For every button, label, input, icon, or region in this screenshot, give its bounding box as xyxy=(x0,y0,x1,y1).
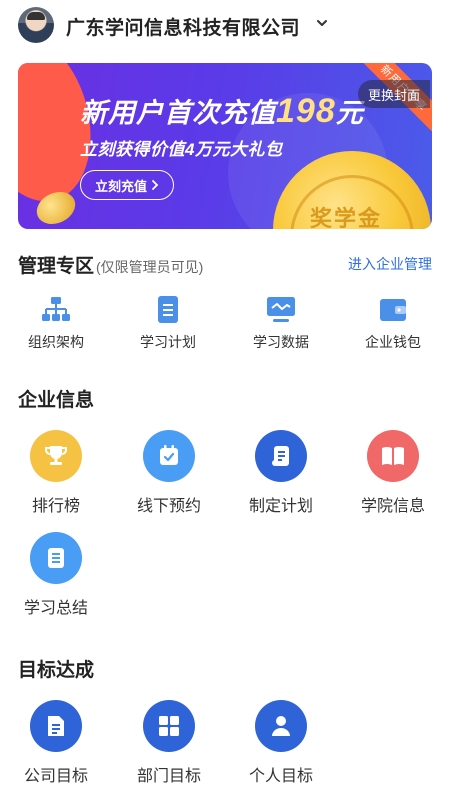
enterprise-item-offline-booking[interactable]: 线下预约 xyxy=(124,430,214,516)
scroll-icon xyxy=(255,430,307,482)
coin-text: 奖学金 xyxy=(310,206,383,229)
top-header: 广东学问信息科技有限公司 xyxy=(0,0,450,52)
enter-enterprise-management-link[interactable]: 进入企业管理 xyxy=(348,254,432,274)
calendar-check-icon xyxy=(143,430,195,482)
mgmt-item-wallet[interactable]: 企业钱包 xyxy=(353,296,433,352)
banner-amount: 198 xyxy=(276,92,336,130)
goal-item-company[interactable]: 公司目标 xyxy=(11,700,101,786)
mgmt-item-label: 组织架构 xyxy=(28,334,84,350)
enterprise-item-label: 制定计划 xyxy=(248,498,313,515)
enterprise-item-make-plan[interactable]: 制定计划 xyxy=(236,430,326,516)
banner-subtitle: 立刻获得价值4万元大礼包 xyxy=(80,140,283,159)
enterprise-item-label: 学院信息 xyxy=(360,498,425,515)
promo-banner[interactable]: 奖学金 新用户首次充值198元 立刻获得价值4万元大礼包 立刻充值 新用户专享 … xyxy=(18,63,432,229)
management-section-title: 管理专区 (仅限管理员可见) xyxy=(18,256,204,277)
trophy-icon xyxy=(30,430,82,482)
mgmt-item-label: 企业钱包 xyxy=(365,334,421,350)
document-icon xyxy=(158,296,178,323)
recharge-button[interactable]: 立刻充值 xyxy=(80,170,174,200)
summary-doc-icon xyxy=(30,532,82,584)
mgmt-item-study-plan[interactable]: 学习计划 xyxy=(128,296,208,352)
mgmt-item-label: 学习计划 xyxy=(140,334,196,350)
enterprise-item-label: 学习总结 xyxy=(23,600,88,617)
change-cover-button[interactable]: 更换封面 xyxy=(357,80,430,108)
admin-only-note: (仅限管理员可见) xyxy=(96,259,204,275)
book-icon xyxy=(367,430,419,482)
mgmt-item-study-data[interactable]: 学习数据 xyxy=(241,296,321,352)
enterprise-item-label: 线下预约 xyxy=(136,498,201,515)
grid-icon xyxy=(143,700,195,752)
company-doc-icon xyxy=(30,700,82,752)
avatar[interactable] xyxy=(18,7,54,43)
goal-item-personal[interactable]: 个人目标 xyxy=(236,700,326,786)
person-icon xyxy=(255,700,307,752)
goals-section-title: 目标达成 xyxy=(18,660,95,681)
goal-item-label: 部门目标 xyxy=(136,768,201,785)
enterprise-info-title: 企业信息 xyxy=(18,390,95,411)
chevron-right-icon xyxy=(152,180,159,190)
monitor-chart-icon xyxy=(267,297,295,322)
mgmt-item-org-chart[interactable]: 组织架构 xyxy=(16,296,96,352)
goal-item-department[interactable]: 部门目标 xyxy=(124,700,214,786)
wallet-icon xyxy=(380,299,406,321)
enterprise-item-ranking[interactable]: 排行榜 xyxy=(11,430,101,516)
company-name[interactable]: 广东学问信息科技有限公司 xyxy=(66,13,300,40)
chevron-down-icon[interactable] xyxy=(316,17,328,29)
enterprise-item-label: 排行榜 xyxy=(31,498,80,515)
mgmt-item-label: 学习数据 xyxy=(253,334,309,350)
enterprise-item-academy-info[interactable]: 学院信息 xyxy=(348,430,438,516)
enterprise-item-study-summary[interactable]: 学习总结 xyxy=(11,532,101,618)
goal-item-label: 公司目标 xyxy=(23,768,88,785)
goal-item-label: 个人目标 xyxy=(248,768,313,785)
org-chart-icon xyxy=(42,297,70,321)
banner-title: 新用户首次充值198元 xyxy=(80,92,364,130)
